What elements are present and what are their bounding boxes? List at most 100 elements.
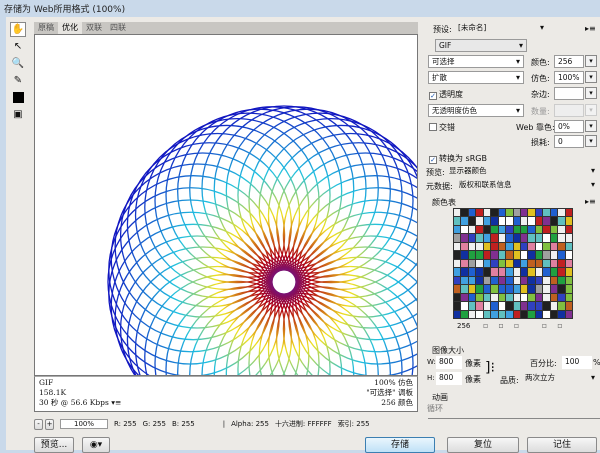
palette-swatch[interactable] xyxy=(476,285,483,293)
palette-swatch[interactable] xyxy=(461,268,468,276)
palette-swatch[interactable] xyxy=(498,302,506,310)
palette-swatch[interactable] xyxy=(461,276,468,285)
palette-swatch[interactable] xyxy=(558,276,565,285)
preview-select[interactable]: 显示器颜色 xyxy=(446,165,598,178)
palette-swatch[interactable] xyxy=(476,209,483,217)
palette-swatch[interactable] xyxy=(543,217,550,225)
palette-swatch[interactable] xyxy=(550,225,558,234)
eyedropper-icon[interactable]: ✎ xyxy=(10,73,26,88)
metadata-select[interactable]: 版权和联系信息 xyxy=(456,179,598,192)
matte-input[interactable] xyxy=(554,87,584,100)
palette-swatch[interactable] xyxy=(483,225,491,234)
palette-swatch[interactable] xyxy=(454,225,461,234)
palette-swatch[interactable] xyxy=(565,259,572,268)
palette-swatch[interactable] xyxy=(483,285,491,293)
tab-4up[interactable]: 四联 xyxy=(106,22,130,34)
palette-swatch[interactable] xyxy=(535,268,543,276)
palette-swatch[interactable] xyxy=(483,302,491,310)
color-swatch-icon[interactable] xyxy=(10,90,26,105)
palette-swatch[interactable] xyxy=(483,293,491,302)
palette-swatch[interactable] xyxy=(461,310,468,318)
palette-swatch[interactable] xyxy=(528,242,535,251)
palette-swatch[interactable] xyxy=(558,234,565,242)
palette-swatch[interactable] xyxy=(550,251,558,259)
palette-swatch[interactable] xyxy=(550,209,558,217)
palette-swatch[interactable] xyxy=(476,302,483,310)
palette-swatch[interactable] xyxy=(476,217,483,225)
palette-swatch[interactable] xyxy=(461,225,468,234)
palette-swatch[interactable] xyxy=(520,268,528,276)
palette-swatch[interactable] xyxy=(565,268,572,276)
palette-swatch[interactable] xyxy=(535,293,543,302)
palette-swatch[interactable] xyxy=(498,268,506,276)
zoom-level-select[interactable]: 100% xyxy=(60,419,108,429)
palette-swatch[interactable] xyxy=(491,234,498,242)
palette-swatch[interactable] xyxy=(498,242,506,251)
width-input[interactable]: 800 xyxy=(436,356,462,369)
palette-swatch[interactable] xyxy=(498,234,506,242)
palette-swatch[interactable] xyxy=(506,293,513,302)
palette-swatch[interactable] xyxy=(528,276,535,285)
palette-swatch[interactable] xyxy=(520,242,528,251)
palette-swatch[interactable] xyxy=(528,251,535,259)
palette-swatch[interactable] xyxy=(506,285,513,293)
palette-swatch[interactable] xyxy=(461,259,468,268)
palette-swatch[interactable] xyxy=(558,225,565,234)
palette-swatch[interactable] xyxy=(543,268,550,276)
palette-swatch[interactable] xyxy=(476,225,483,234)
palette-swatch[interactable] xyxy=(520,285,528,293)
palette-swatch[interactable] xyxy=(528,293,535,302)
palette-swatch[interactable] xyxy=(476,310,483,318)
palette-swatch[interactable] xyxy=(513,234,520,242)
palette-swatch[interactable] xyxy=(498,285,506,293)
palette-swatch[interactable] xyxy=(550,242,558,251)
quality-select[interactable]: 两次立方 xyxy=(522,372,598,385)
palette-swatch[interactable] xyxy=(468,234,476,242)
browser-select-button[interactable]: ◉▾ xyxy=(82,437,110,453)
palette-swatch[interactable] xyxy=(483,242,491,251)
palette-swatch[interactable] xyxy=(476,251,483,259)
palette-swatch[interactable] xyxy=(565,209,572,217)
transparency-checkbox[interactable]: ✓ 透明度 xyxy=(429,89,463,100)
tab-original[interactable]: 原稿 xyxy=(34,22,58,34)
palette-swatch[interactable] xyxy=(558,209,565,217)
tab-2up[interactable]: 双联 xyxy=(82,22,106,34)
palette-swatch[interactable] xyxy=(506,225,513,234)
save-button[interactable]: 存储 xyxy=(365,437,435,453)
srgb-checkbox[interactable]: ✓ 转换为 sRGB xyxy=(429,153,487,164)
palette-swatch[interactable] xyxy=(528,302,535,310)
palette-swatch[interactable] xyxy=(454,293,461,302)
format-select[interactable]: GIF xyxy=(435,39,527,52)
palette-swatch[interactable] xyxy=(506,251,513,259)
palette-swatch[interactable] xyxy=(454,217,461,225)
palette-swatch[interactable] xyxy=(528,225,535,234)
palette-swatch[interactable] xyxy=(528,285,535,293)
palette-swatch[interactable] xyxy=(468,310,476,318)
palette-swatch[interactable] xyxy=(520,276,528,285)
palette-swatch[interactable] xyxy=(528,310,535,318)
palette-swatch[interactable] xyxy=(558,285,565,293)
interlaced-checkbox[interactable]: 交错 xyxy=(429,122,455,133)
palette-swatch[interactable] xyxy=(558,310,565,318)
palette-swatch[interactable] xyxy=(558,293,565,302)
palette-swatch[interactable] xyxy=(468,302,476,310)
palette-swatch[interactable] xyxy=(506,310,513,318)
lossy-input[interactable]: 0 xyxy=(554,135,584,148)
palette-swatch[interactable] xyxy=(498,310,506,318)
palette-swatch[interactable] xyxy=(491,268,498,276)
palette-swatch[interactable] xyxy=(513,276,520,285)
palette-swatch[interactable] xyxy=(565,225,572,234)
palette-swatch[interactable] xyxy=(483,259,491,268)
palette-swatch[interactable] xyxy=(513,209,520,217)
zoom-icon[interactable]: 🔍 xyxy=(10,56,26,71)
palette-swatch[interactable] xyxy=(558,259,565,268)
palette-swatch[interactable] xyxy=(550,293,558,302)
palette-swatch[interactable] xyxy=(461,251,468,259)
palette-swatch[interactable] xyxy=(454,234,461,242)
palette-swatch[interactable] xyxy=(476,234,483,242)
palette-swatch[interactable] xyxy=(528,234,535,242)
palette-swatch[interactable] xyxy=(461,217,468,225)
palette-swatch[interactable] xyxy=(543,234,550,242)
slice-select-icon[interactable]: ↖ xyxy=(10,39,26,54)
palette-swatch[interactable] xyxy=(528,209,535,217)
